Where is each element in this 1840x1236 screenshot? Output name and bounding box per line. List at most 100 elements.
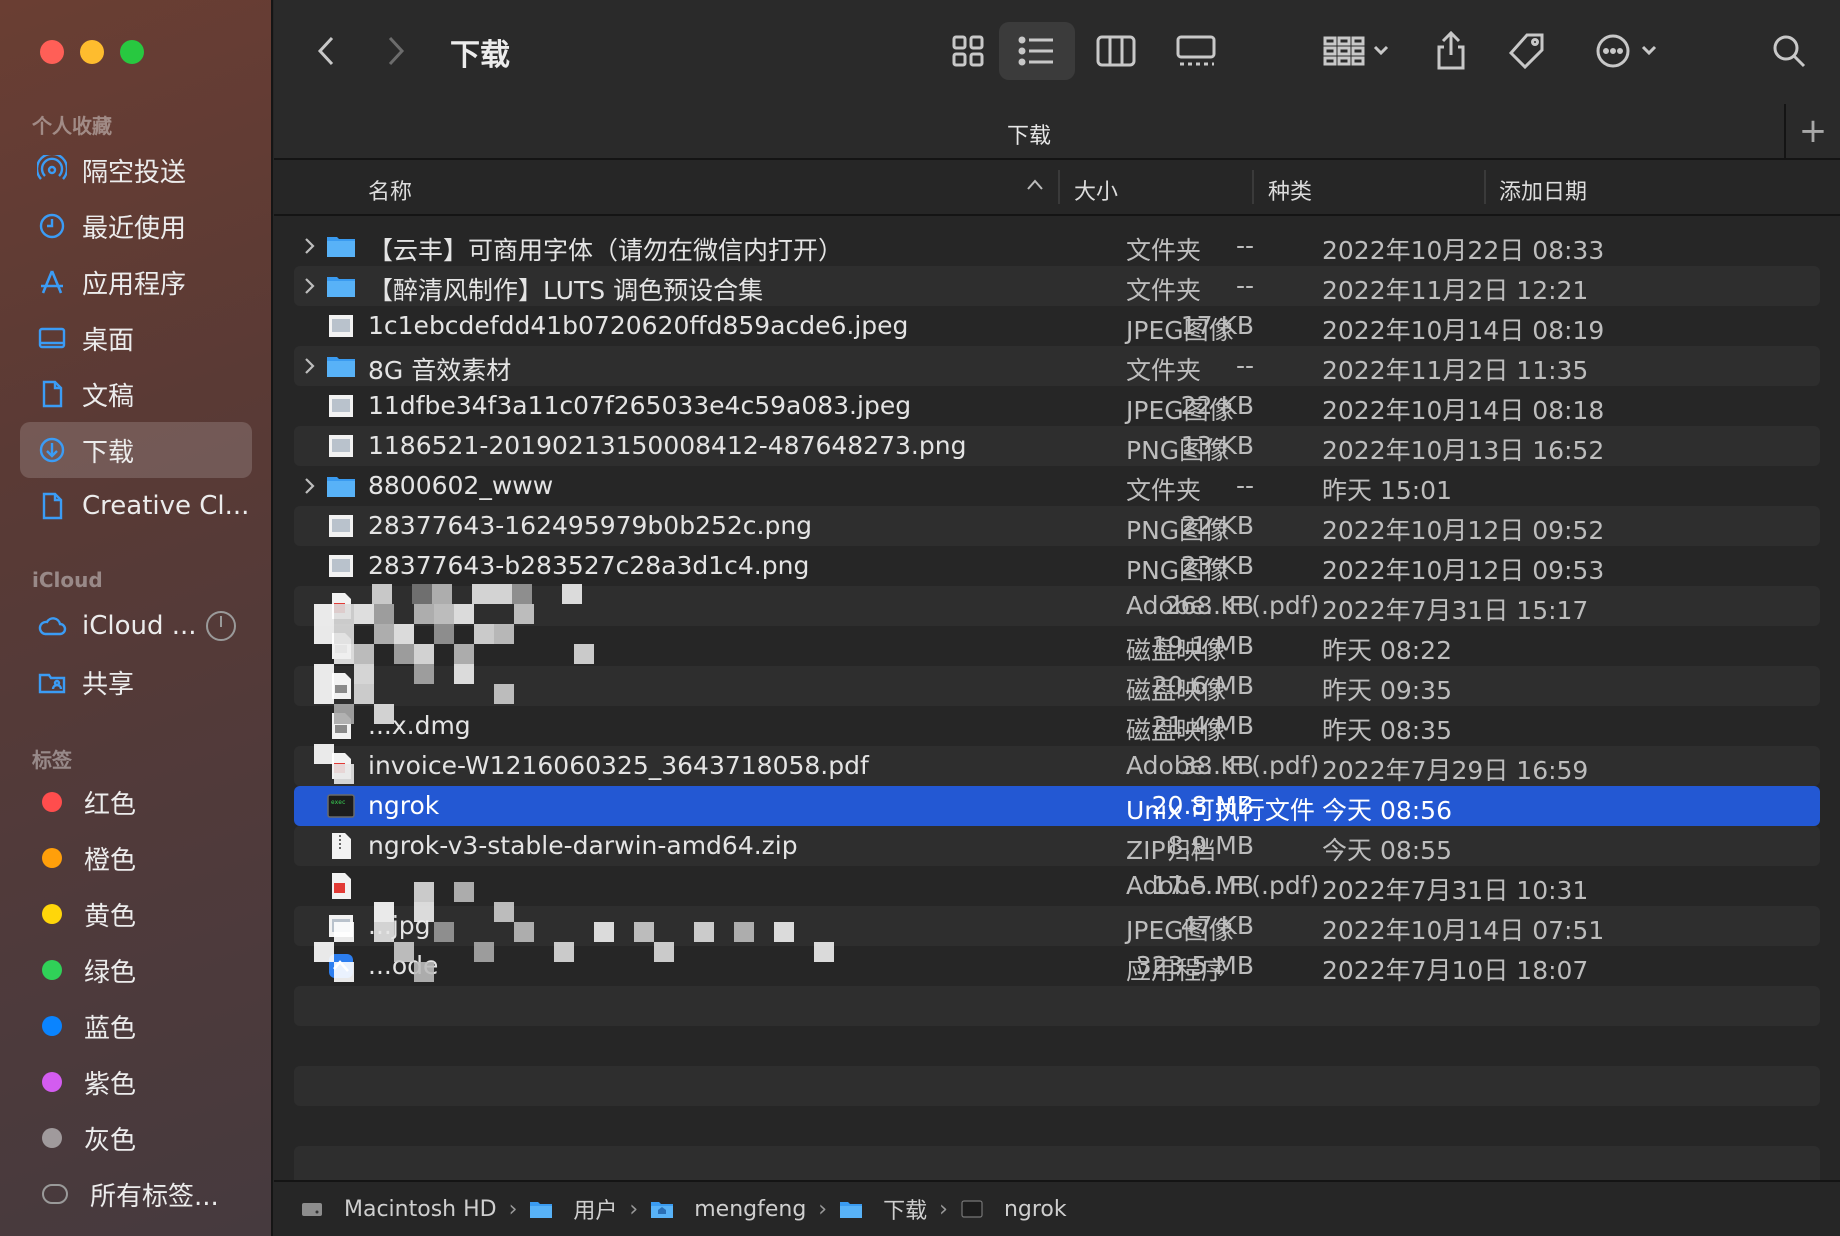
mosaic-cell — [814, 942, 834, 962]
favorites-header: 个人收藏 — [32, 114, 112, 138]
zoom-window-button[interactable] — [120, 40, 144, 64]
tab-bar: 下载 + — [274, 104, 1840, 160]
list-icon — [1018, 36, 1053, 66]
mosaic-cell — [374, 704, 394, 724]
sidebar-tag-orange[interactable]: 橙色 — [20, 830, 252, 886]
tab-downloads[interactable]: 下载 — [274, 118, 1784, 150]
share-button[interactable] — [1426, 22, 1476, 80]
new-tab-button[interactable]: + — [1784, 104, 1840, 158]
column-divider[interactable] — [1252, 170, 1254, 204]
sidebar-item-documents[interactable]: 文稿 — [20, 366, 252, 422]
path-crumb[interactable]: ngrok — [960, 1197, 1067, 1222]
sidebar-item-creative-cloud[interactable]: Creative Cl... — [20, 478, 252, 534]
file-kind: JPEG图像 — [1126, 396, 1234, 425]
sidebar-tag-yellow[interactable]: 黄色 — [20, 886, 252, 942]
sidebar-item-downloads[interactable]: 下载 — [20, 422, 252, 478]
mosaic-cell — [394, 942, 414, 962]
mosaic-cell — [454, 604, 474, 624]
file-name: 【云丰】可商用字体（请勿在微信内打开） — [368, 236, 844, 265]
more-actions-button[interactable] — [1590, 22, 1670, 80]
group-icon — [1323, 36, 1389, 66]
search-button[interactable] — [1764, 22, 1814, 80]
back-button[interactable] — [306, 22, 346, 80]
column-view-button[interactable] — [1086, 22, 1146, 80]
sync-progress-icon — [206, 611, 236, 641]
forward-button[interactable] — [376, 22, 416, 80]
mosaic-cell — [474, 624, 494, 644]
sidebar-item-label: 下载 — [82, 437, 135, 468]
sidebar-item-applications[interactable]: 应用程序 — [20, 254, 252, 310]
tag-dot-icon — [42, 1072, 62, 1092]
disclosure-chevron-icon[interactable] — [300, 354, 320, 378]
mosaic-cell — [314, 624, 334, 644]
mosaic-cell — [514, 922, 534, 942]
file-row[interactable]: 28377643-b283527c28a3d1c4.png 23 KB PNG图像 2… — [294, 546, 1820, 586]
image-file-icon — [326, 431, 356, 461]
path-crumb[interactable]: 下载 — [839, 1193, 927, 1225]
path-crumb[interactable]: mengfeng — [650, 1197, 806, 1222]
file-row[interactable]: 8G 音效素材 -- 文件夹 2022年11月2日 11:35 — [294, 346, 1820, 386]
search-icon — [1773, 35, 1806, 68]
column-kind[interactable]: 种类 — [1268, 174, 1312, 206]
chevron-right-icon — [388, 36, 405, 66]
file-date-added: 2022年10月22日 08:33 — [1322, 236, 1605, 265]
mosaic-cell — [434, 624, 454, 644]
file-kind: JPEG图像 — [1126, 316, 1234, 345]
path-crumb[interactable]: Macintosh HD — [300, 1197, 497, 1222]
sidebar-tag-purple[interactable]: 紫色 — [20, 1054, 252, 1110]
sidebar-tag-gray[interactable]: 灰色 — [20, 1110, 252, 1166]
mosaic-cell — [454, 882, 474, 902]
sidebar-item-label: 灰色 — [84, 1125, 137, 1156]
disclosure-chevron-icon[interactable] — [300, 274, 320, 298]
sidebar-item-airdrop[interactable]: 隔空投送 — [20, 142, 252, 198]
file-row[interactable]: 1186521-20190213150008412-487648273.png 1… — [294, 426, 1820, 466]
column-header: 名称 大小 种类 添加日期 — [274, 160, 1840, 216]
sidebar-item-label: 应用程序 — [82, 269, 187, 300]
mosaic-cell — [372, 584, 392, 604]
close-window-button[interactable] — [40, 40, 64, 64]
mosaic-cell — [374, 902, 394, 922]
disclosure-chevron-icon[interactable] — [300, 234, 320, 258]
path-crumb[interactable]: 用户 — [529, 1193, 617, 1225]
icon-view-button[interactable] — [938, 22, 998, 80]
sidebar-all-tags[interactable]: 所有标签... — [20, 1166, 252, 1222]
terminal-icon — [960, 1197, 994, 1221]
file-row[interactable]: 【云丰】可商用字体（请勿在微信内打开） -- 文件夹 2022年10月22日 08:3… — [294, 226, 1820, 266]
sidebar-item-recents[interactable]: 最近使用 — [20, 198, 252, 254]
sidebar-item-shared[interactable]: 共享 — [20, 654, 252, 710]
tag-button[interactable] — [1502, 22, 1552, 80]
sidebar-item-icloud-drive[interactable]: iCloud ... — [20, 598, 252, 654]
list-view-button[interactable] — [999, 22, 1075, 80]
sidebar-tag-green[interactable]: 绿色 — [20, 942, 252, 998]
file-row[interactable]: 8800602_www -- 文件夹 昨天 15:01 — [294, 466, 1820, 506]
column-name[interactable]: 名称 — [368, 174, 412, 206]
sidebar-tag-blue[interactable]: 蓝色 — [20, 998, 252, 1054]
mosaic-cell — [314, 744, 334, 764]
file-row[interactable]: 28377643-162495979b0b252c.png 22 KB PNG图像 2… — [294, 506, 1820, 546]
column-date-added[interactable]: 添加日期 — [1499, 174, 1587, 206]
sidebar-item-label: 橙色 — [84, 845, 137, 876]
gallery-view-button[interactable] — [1166, 22, 1226, 80]
mosaic-cell — [454, 664, 474, 684]
gallery-icon — [1176, 35, 1216, 66]
file-date-added: 2022年10月14日 08:18 — [1322, 396, 1605, 425]
sidebar-item-desktop[interactable]: 桌面 — [20, 310, 252, 366]
column-divider[interactable] — [1484, 170, 1486, 204]
file-row[interactable]: 11dfbe34f3a11c07f265033e4c59a083.jpeg 22 … — [294, 386, 1820, 426]
column-divider[interactable] — [1058, 170, 1060, 204]
column-size[interactable]: 大小 — [1074, 174, 1118, 206]
file-kind: ZIP归档 — [1126, 836, 1216, 865]
minimize-window-button[interactable] — [80, 40, 104, 64]
file-row[interactable]: 【醉清风制作】LUTS 调色预设合集 -- 文件夹 2022年11月2日 12:21 — [294, 266, 1820, 306]
disclosure-chevron-icon[interactable] — [300, 474, 320, 498]
mosaic-cell — [374, 624, 394, 644]
file-row[interactable]: 1c1ebcdefdd41b0720620ffd859acde6.jpeg 17 … — [294, 306, 1820, 346]
clock-icon — [36, 210, 68, 242]
sidebar-tag-red[interactable]: 红色 — [20, 774, 252, 830]
group-button[interactable] — [1318, 22, 1398, 80]
path-crumb-label: mengfeng — [694, 1196, 807, 1222]
airdrop-icon — [36, 154, 68, 186]
path-crumb-label: Macintosh HD — [344, 1196, 497, 1222]
mosaic-cell — [354, 664, 374, 684]
file-date-added: 2022年10月12日 09:53 — [1322, 556, 1605, 585]
